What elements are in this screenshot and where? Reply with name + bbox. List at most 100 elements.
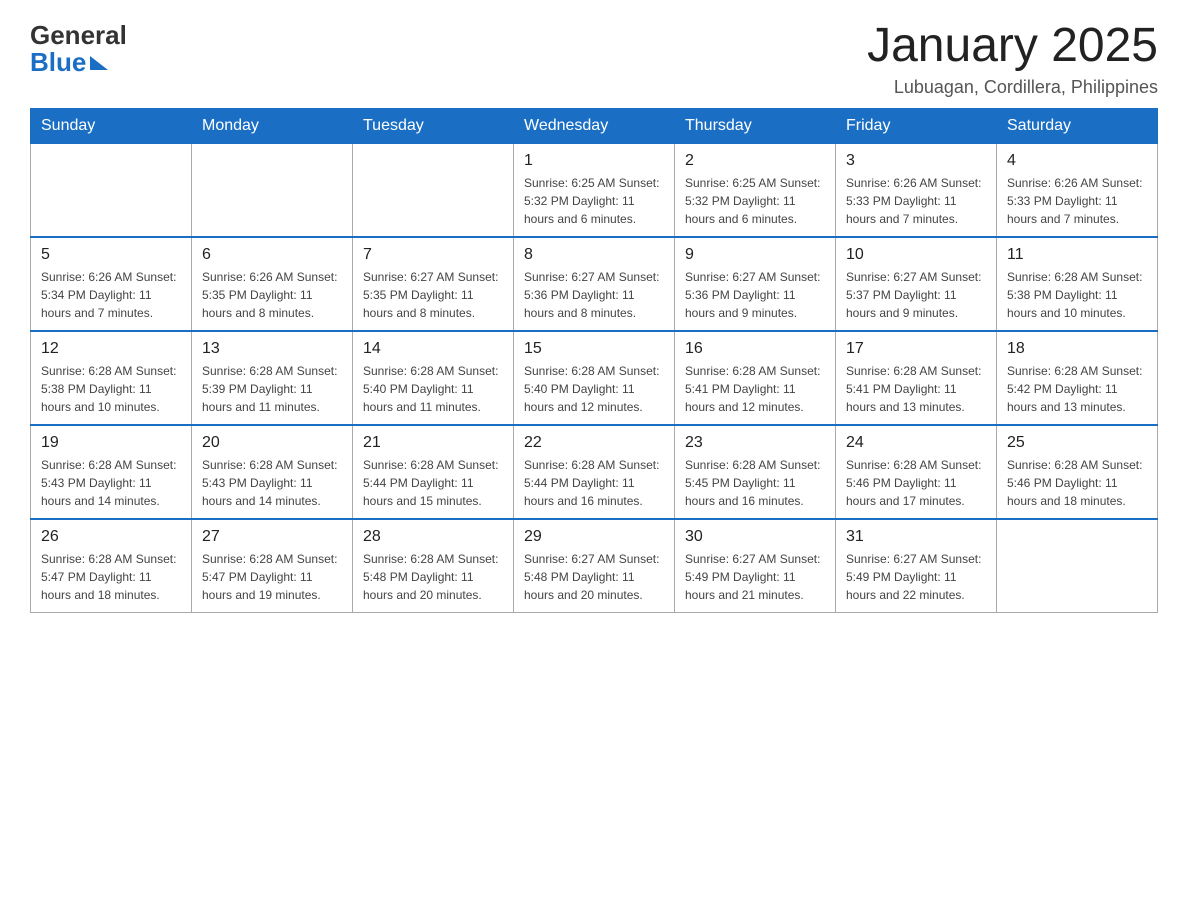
- day-info: Sunrise: 6:28 AM Sunset: 5:47 PM Dayligh…: [41, 550, 181, 604]
- day-number: 22: [524, 434, 664, 452]
- calendar-cell: [353, 143, 514, 237]
- calendar-cell: 25 Sunrise: 6:28 AM Sunset: 5:46 PM Dayli…: [997, 425, 1158, 519]
- calendar-cell: 7 Sunrise: 6:27 AM Sunset: 5:35 PM Daylig…: [353, 237, 514, 331]
- day-info: Sunrise: 6:26 AM Sunset: 5:34 PM Dayligh…: [41, 268, 181, 322]
- day-number: 27: [202, 528, 342, 546]
- day-info: Sunrise: 6:26 AM Sunset: 5:33 PM Dayligh…: [1007, 174, 1147, 228]
- logo-triangle-icon: [90, 56, 108, 70]
- day-number: 8: [524, 246, 664, 264]
- calendar-cell: 8Sunrise: 6:27 AM Sunset: 5:36 PM Daylig…: [514, 237, 675, 331]
- day-info: Sunrise: 6:25 AM Sunset: 5:32 PM Dayligh…: [685, 174, 825, 228]
- calendar-cell: 9 Sunrise: 6:27 AM Sunset: 5:36 PM Daylig…: [675, 237, 836, 331]
- logo: General Blue: [30, 20, 127, 78]
- calendar-table: Sunday Monday Tuesday Wednesday Thursday…: [30, 108, 1158, 613]
- day-number: 9: [685, 246, 825, 264]
- calendar-cell: 6Sunrise: 6:26 AM Sunset: 5:35 PM Daylig…: [192, 237, 353, 331]
- calendar-cell: 13 Sunrise: 6:28 AM Sunset: 5:39 PM Dayli…: [192, 331, 353, 425]
- day-info: Sunrise: 6:28 AM Sunset: 5:46 PM Dayligh…: [846, 456, 986, 510]
- day-info: Sunrise: 6:28 AM Sunset: 5:38 PM Dayligh…: [41, 362, 181, 416]
- day-info: Sunrise: 6:27 AM Sunset: 5:37 PM Dayligh…: [846, 268, 986, 322]
- day-number: 16: [685, 340, 825, 358]
- location-text: Lubuagan, Cordillera, Philippines: [867, 77, 1158, 98]
- day-number: 7: [363, 246, 503, 264]
- day-number: 18: [1007, 340, 1147, 358]
- calendar-week-row: 19 Sunrise: 6:28 AM Sunset: 5:43 PM Dayli…: [31, 425, 1158, 519]
- day-number: 6: [202, 246, 342, 264]
- calendar-cell: 16 Sunrise: 6:28 AM Sunset: 5:41 PM Dayli…: [675, 331, 836, 425]
- day-info: Sunrise: 6:28 AM Sunset: 5:48 PM Dayligh…: [363, 550, 503, 604]
- header-sunday: Sunday: [31, 108, 192, 143]
- calendar-cell: 3 Sunrise: 6:26 AM Sunset: 5:33 PM Daylig…: [836, 143, 997, 237]
- header-tuesday: Tuesday: [353, 108, 514, 143]
- calendar-cell: 15Sunrise: 6:28 AM Sunset: 5:40 PM Dayli…: [514, 331, 675, 425]
- day-number: 24: [846, 434, 986, 452]
- calendar-cell: [192, 143, 353, 237]
- calendar-cell: 28Sunrise: 6:28 AM Sunset: 5:48 PM Dayli…: [353, 519, 514, 613]
- day-info: Sunrise: 6:27 AM Sunset: 5:48 PM Dayligh…: [524, 550, 664, 604]
- day-info: Sunrise: 6:28 AM Sunset: 5:43 PM Dayligh…: [202, 456, 342, 510]
- day-number: 11: [1007, 246, 1147, 264]
- title-block: January 2025 Lubuagan, Cordillera, Phili…: [867, 20, 1158, 98]
- calendar-header: Sunday Monday Tuesday Wednesday Thursday…: [31, 108, 1158, 143]
- calendar-cell: 14 Sunrise: 6:28 AM Sunset: 5:40 PM Dayli…: [353, 331, 514, 425]
- day-number: 29: [524, 528, 664, 546]
- day-number: 31: [846, 528, 986, 546]
- calendar-cell: 20 Sunrise: 6:28 AM Sunset: 5:43 PM Dayli…: [192, 425, 353, 519]
- day-info: Sunrise: 6:27 AM Sunset: 5:49 PM Dayligh…: [685, 550, 825, 604]
- day-info: Sunrise: 6:25 AM Sunset: 5:32 PM Dayligh…: [524, 174, 664, 228]
- calendar-cell: 26 Sunrise: 6:28 AM Sunset: 5:47 PM Dayli…: [31, 519, 192, 613]
- calendar-week-row: 5Sunrise: 6:26 AM Sunset: 5:34 PM Daylig…: [31, 237, 1158, 331]
- month-title: January 2025: [867, 20, 1158, 73]
- calendar-cell: 12Sunrise: 6:28 AM Sunset: 5:38 PM Dayli…: [31, 331, 192, 425]
- calendar-cell: 10 Sunrise: 6:27 AM Sunset: 5:37 PM Dayli…: [836, 237, 997, 331]
- day-number: 25: [1007, 434, 1147, 452]
- day-info: Sunrise: 6:28 AM Sunset: 5:41 PM Dayligh…: [685, 362, 825, 416]
- page-header: General Blue January 2025 Lubuagan, Cord…: [30, 20, 1158, 98]
- calendar-cell: 18 Sunrise: 6:28 AM Sunset: 5:42 PM Dayli…: [997, 331, 1158, 425]
- header-wednesday: Wednesday: [514, 108, 675, 143]
- day-number: 1: [524, 152, 664, 170]
- day-info: Sunrise: 6:28 AM Sunset: 5:38 PM Dayligh…: [1007, 268, 1147, 322]
- day-number: 13: [202, 340, 342, 358]
- header-thursday: Thursday: [675, 108, 836, 143]
- header-saturday: Saturday: [997, 108, 1158, 143]
- day-number: 14: [363, 340, 503, 358]
- day-number: 19: [41, 434, 181, 452]
- day-number: 26: [41, 528, 181, 546]
- calendar-week-row: 26 Sunrise: 6:28 AM Sunset: 5:47 PM Dayli…: [31, 519, 1158, 613]
- day-info: Sunrise: 6:28 AM Sunset: 5:42 PM Dayligh…: [1007, 362, 1147, 416]
- calendar-cell: 22Sunrise: 6:28 AM Sunset: 5:44 PM Dayli…: [514, 425, 675, 519]
- day-info: Sunrise: 6:28 AM Sunset: 5:44 PM Dayligh…: [363, 456, 503, 510]
- day-info: Sunrise: 6:27 AM Sunset: 5:49 PM Dayligh…: [846, 550, 986, 604]
- calendar-cell: 5Sunrise: 6:26 AM Sunset: 5:34 PM Daylig…: [31, 237, 192, 331]
- day-number: 3: [846, 152, 986, 170]
- day-info: Sunrise: 6:28 AM Sunset: 5:46 PM Dayligh…: [1007, 456, 1147, 510]
- calendar-cell: 1 Sunrise: 6:25 AM Sunset: 5:32 PM Daylig…: [514, 143, 675, 237]
- day-number: 10: [846, 246, 986, 264]
- header-monday: Monday: [192, 108, 353, 143]
- calendar-cell: [31, 143, 192, 237]
- calendar-cell: 23Sunrise: 6:28 AM Sunset: 5:45 PM Dayli…: [675, 425, 836, 519]
- calendar-cell: 31 Sunrise: 6:27 AM Sunset: 5:49 PM Dayli…: [836, 519, 997, 613]
- day-number: 20: [202, 434, 342, 452]
- calendar-cell: 2Sunrise: 6:25 AM Sunset: 5:32 PM Daylig…: [675, 143, 836, 237]
- day-info: Sunrise: 6:28 AM Sunset: 5:47 PM Dayligh…: [202, 550, 342, 604]
- day-info: Sunrise: 6:28 AM Sunset: 5:45 PM Dayligh…: [685, 456, 825, 510]
- header-friday: Friday: [836, 108, 997, 143]
- day-number: 17: [846, 340, 986, 358]
- day-info: Sunrise: 6:28 AM Sunset: 5:39 PM Dayligh…: [202, 362, 342, 416]
- day-info: Sunrise: 6:26 AM Sunset: 5:33 PM Dayligh…: [846, 174, 986, 228]
- calendar-cell: 17Sunrise: 6:28 AM Sunset: 5:41 PM Dayli…: [836, 331, 997, 425]
- calendar-cell: 19Sunrise: 6:28 AM Sunset: 5:43 PM Dayli…: [31, 425, 192, 519]
- calendar-week-row: 12Sunrise: 6:28 AM Sunset: 5:38 PM Dayli…: [31, 331, 1158, 425]
- calendar-cell: 29 Sunrise: 6:27 AM Sunset: 5:48 PM Dayli…: [514, 519, 675, 613]
- day-info: Sunrise: 6:27 AM Sunset: 5:35 PM Dayligh…: [363, 268, 503, 322]
- day-info: Sunrise: 6:28 AM Sunset: 5:40 PM Dayligh…: [363, 362, 503, 416]
- day-info: Sunrise: 6:27 AM Sunset: 5:36 PM Dayligh…: [685, 268, 825, 322]
- calendar-week-row: 1 Sunrise: 6:25 AM Sunset: 5:32 PM Daylig…: [31, 143, 1158, 237]
- calendar-body: 1 Sunrise: 6:25 AM Sunset: 5:32 PM Daylig…: [31, 143, 1158, 612]
- calendar-cell: 27 Sunrise: 6:28 AM Sunset: 5:47 PM Dayli…: [192, 519, 353, 613]
- calendar-cell: 30Sunrise: 6:27 AM Sunset: 5:49 PM Dayli…: [675, 519, 836, 613]
- day-number: 4: [1007, 152, 1147, 170]
- calendar-cell: 24 Sunrise: 6:28 AM Sunset: 5:46 PM Dayli…: [836, 425, 997, 519]
